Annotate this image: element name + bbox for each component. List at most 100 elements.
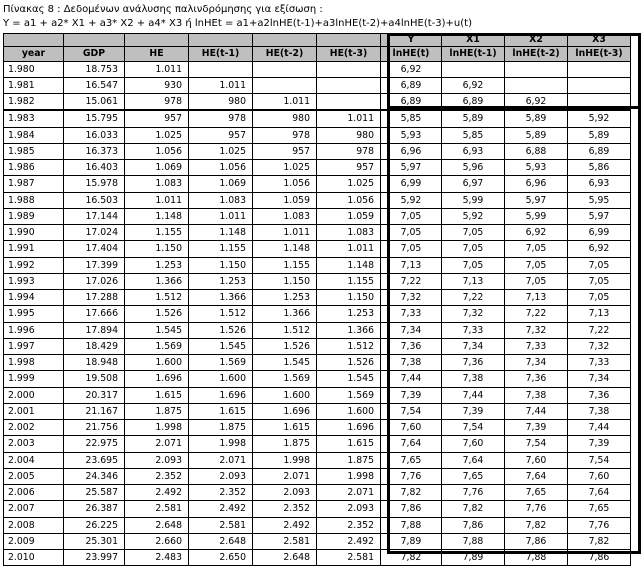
table-cell: 5,95 [567,191,631,209]
table-cell: 16.547 [63,76,125,95]
table-cell: 957 [252,142,317,161]
table-row: 2.007 26.387 2.581 2.492 2.352 2.093 7,86 7,82 7… [3,500,631,518]
table-cell: 16.403 [63,158,125,177]
table-cell: 2.093 [252,483,317,502]
table-cell: 1.150 [188,256,253,274]
table-cell: 2.000 [3,386,64,404]
table-cell: 1.056 [252,175,317,193]
table-cell [567,76,631,95]
table-cell: 7,05 [380,223,442,242]
table-cell: 1.366 [188,288,253,307]
table-row: 1.992 17.399 1.253 1.150 1.155 1.148 7,13 7,05 7… [3,256,631,274]
table-cell: 7,34 [567,370,631,388]
table-cell: 5,97 [504,191,568,209]
table-row: 1.981 16.547 930 1.011 6,89 6,92 [3,76,631,95]
table-cell: 16.033 [63,126,125,144]
table-cell: 1.991 [3,240,64,258]
table-cell: 7,32 [441,305,505,323]
table-cell: 2.492 [252,516,317,534]
table-cell: 1.526 [188,321,253,339]
table-cell: 7,38 [380,353,442,372]
table-row: 1.987 15.978 1.083 1.069 1.056 1.025 6,99 6,97 6… [3,175,631,193]
table-cell: 7,39 [567,435,631,453]
table-cell: 1.545 [188,337,253,356]
table-cell: 1.985 [3,142,64,161]
table-cell: 7,38 [567,402,631,421]
table-cell: 5,89 [441,109,505,128]
table-cell: 1.569 [124,337,189,356]
table-cell [252,76,317,95]
variable-header-row: Y X1 X2 X3 [3,33,631,47]
table-cell: 17.894 [63,321,125,339]
table-cell: 5,86 [567,158,631,177]
table-cell: 980 [316,126,381,144]
table-cell: 2.352 [124,467,189,486]
table-cell: 2.492 [124,483,189,502]
table-cell: 5,99 [504,207,568,226]
column-header-cell: HE(t-1) [188,45,253,62]
table-cell: 1.512 [124,288,189,307]
table-row: 2.008 26.225 2.648 2.581 2.492 2.352 7,88 7,86 7… [3,516,631,534]
table-cell: 1.986 [3,158,64,177]
table-cell: 7,44 [567,418,631,437]
table-cell [567,60,631,78]
variable-header-cell [188,33,253,47]
table-row: 1.993 17.026 1.366 1.253 1.150 1.155 7,22 7,13 7… [3,272,631,291]
table-cell: 7,34 [441,337,505,356]
table-cell: 1.069 [124,158,189,177]
table-cell: 1.011 [316,240,381,258]
table-cell: 1.993 [3,272,64,291]
table-cell: 6,92 [504,93,568,112]
table-cell: 1.995 [3,305,64,323]
table-cell: 6,96 [504,175,568,193]
table-row: 1.983 15.795 957 978 980 1.011 5,85 5,89 5,89 5,9… [3,109,631,128]
table-cell: 7,65 [441,467,505,486]
table-cell: 18.753 [63,60,125,78]
column-header-row: year GDP HE HE(t-1) HE(t-2) HE(t-3) lnHE(t) lnH… [3,45,631,62]
table-cell: 2.006 [3,483,64,502]
table-cell: 17.288 [63,288,125,307]
table-cell: 1.600 [316,402,381,421]
table-cell [504,60,568,78]
table-row: 1.999 19.508 1.696 1.600 1.569 1.545 7,44 7,38 7… [3,370,631,388]
column-header-cell: year [3,45,64,62]
table-cell: 1.512 [316,337,381,356]
table-cell: 1.366 [252,305,317,323]
table-cell: 1.011 [188,207,253,226]
table-cell: 7,64 [380,435,442,453]
table-cell: 1.025 [124,126,189,144]
table-cell: 1.366 [124,272,189,291]
table-row: 2.005 24.346 2.352 2.093 2.071 1.998 7,76 7,65 7… [3,467,631,486]
table-row: 2.000 20.317 1.615 1.696 1.600 1.569 7,39 7,44 7… [3,386,631,404]
table-cell: 16.503 [63,191,125,209]
table-cell: 1.059 [316,207,381,226]
table-cell: 7,33 [441,321,505,339]
table-cell: 7,64 [567,483,631,502]
table-cell: 1.545 [316,370,381,388]
table-cell: 1.615 [316,435,381,453]
table-cell: 16.373 [63,142,125,161]
table-cell: 1.696 [316,418,381,437]
variable-header-cell [252,33,317,47]
table-cell: 7,82 [441,500,505,518]
table-cell: 17.024 [63,223,125,242]
table-cell: 7,44 [380,370,442,388]
regression-data-table: Y X1 X2 X3 year GDP HE HE(t-1) HE(t-2) HE(t-3) lnH… [3,33,631,566]
table-cell: 23.997 [63,548,125,566]
table-cell: 1.253 [188,272,253,291]
table-row: 1.990 17.024 1.155 1.148 1.011 1.083 7,05 7,05 6… [3,223,631,242]
table-cell: 2.071 [252,467,317,486]
table-cell: 1.011 [124,191,189,209]
table-cell: 7,82 [504,516,568,534]
table-cell: 7,36 [504,370,568,388]
table-cell: 7,54 [567,451,631,469]
table-cell: 5,97 [567,207,631,226]
table-cell: 1.615 [188,402,253,421]
variable-header-cell [124,33,189,47]
table-cell: 7,76 [380,467,442,486]
table-cell: 1.025 [252,158,317,177]
table-cell: 7,82 [567,532,631,551]
table-cell: 5,99 [441,191,505,209]
table-cell: 2.650 [188,548,253,566]
table-cell: 6,93 [567,175,631,193]
